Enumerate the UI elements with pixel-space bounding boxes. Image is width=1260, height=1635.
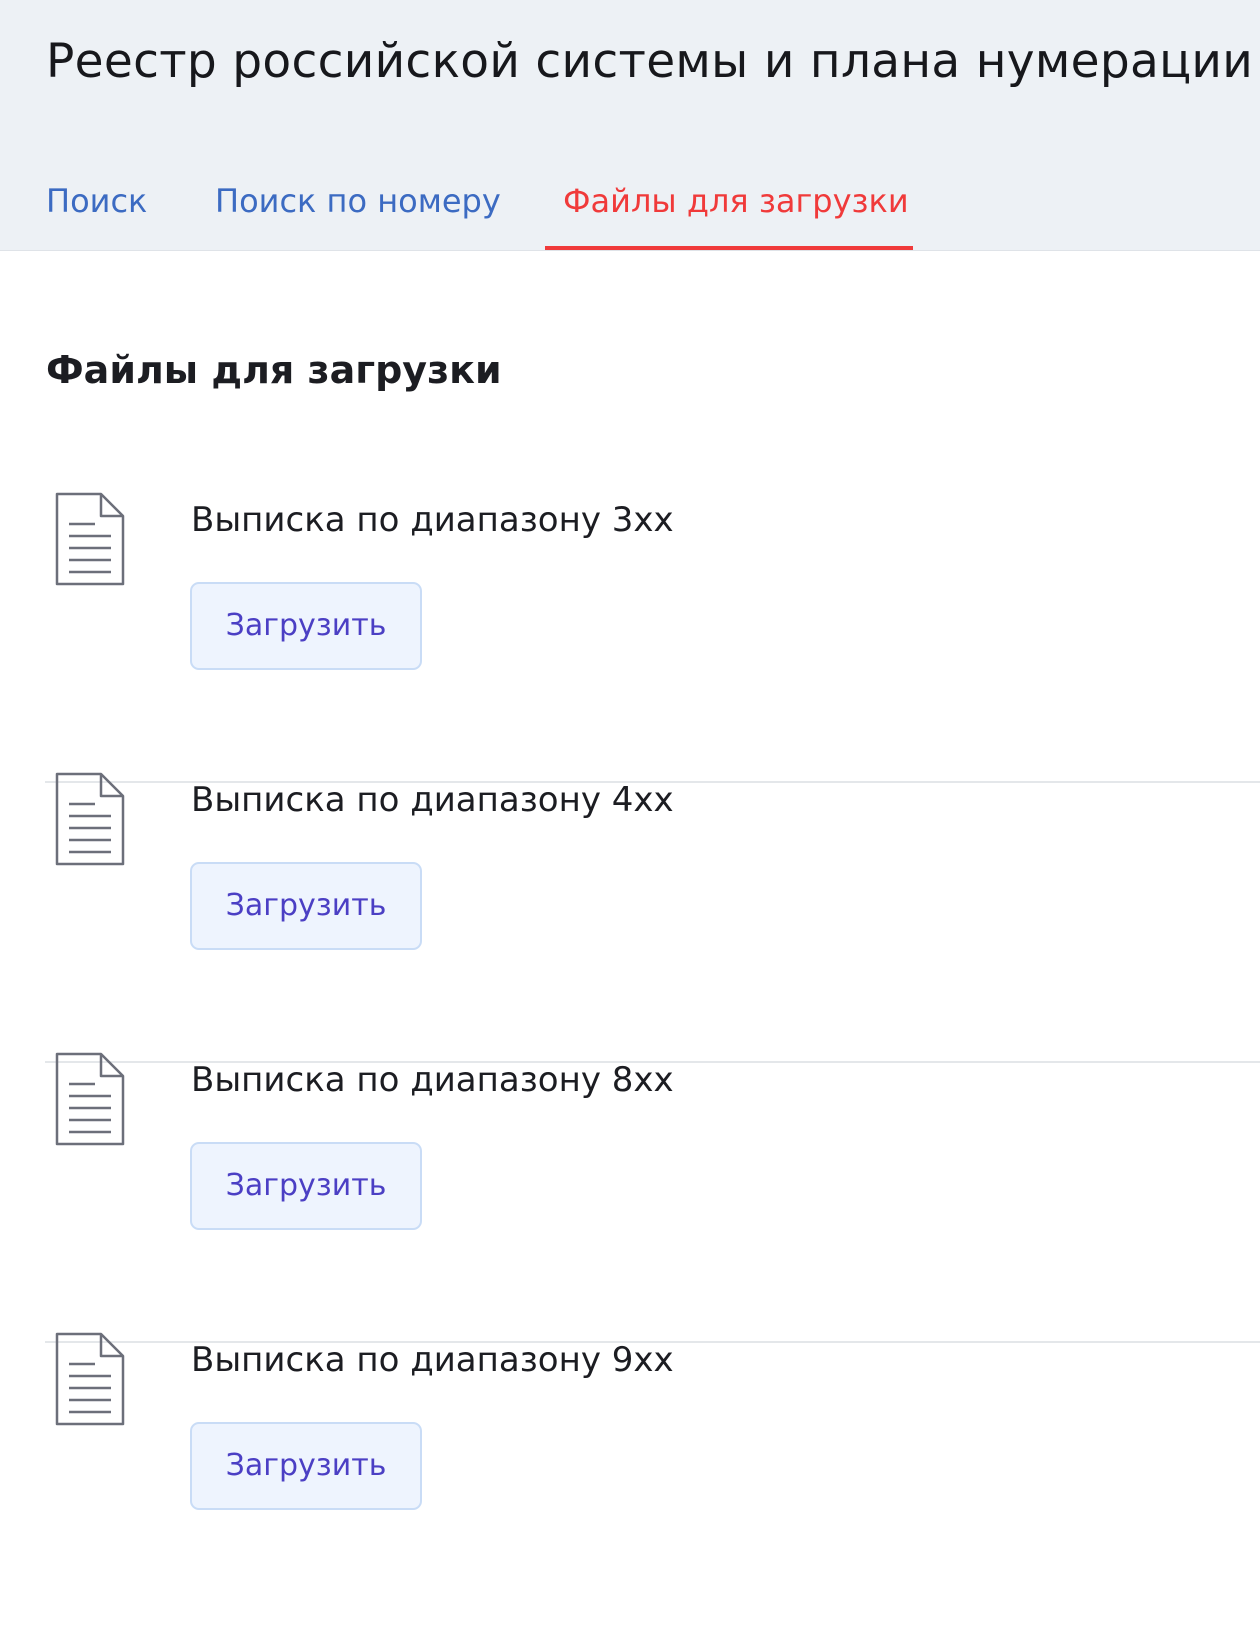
file-name: Выписка по диапазону 9xx: [191, 1340, 674, 1380]
list-item: Выписка по диапазону 3xx Загрузить: [45, 492, 1260, 783]
section-title: Файлы для загрузки: [46, 348, 502, 392]
download-button[interactable]: Загрузить: [190, 582, 422, 670]
download-button[interactable]: Загрузить: [190, 1422, 422, 1510]
tab-label: Файлы для загрузки: [563, 182, 909, 220]
tab-search[interactable]: Поиск: [46, 172, 147, 250]
list-item: Выписка по диапазону 9xx Загрузить: [45, 1332, 1260, 1623]
list-item: Выписка по диапазону 8xx Загрузить: [45, 1052, 1260, 1343]
document-icon: [55, 772, 125, 866]
list-item: Выписка по диапазону 4xx Загрузить: [45, 772, 1260, 1063]
tab-label: Поиск по номеру: [215, 182, 501, 220]
download-button[interactable]: Загрузить: [190, 862, 422, 950]
tab-bar: Поиск Поиск по номеру Файлы для загрузки: [0, 172, 1260, 250]
download-button[interactable]: Загрузить: [190, 1142, 422, 1230]
page-title: Реестр российской системы и плана нумера…: [46, 34, 1254, 89]
document-icon: [55, 492, 125, 586]
tab-download-files[interactable]: Файлы для загрузки: [545, 172, 913, 250]
file-name: Выписка по диапазону 4xx: [191, 780, 674, 820]
tab-label: Поиск: [46, 182, 148, 220]
file-name: Выписка по диапазону 8xx: [191, 1060, 674, 1100]
document-icon: [55, 1052, 125, 1146]
tab-search-by-number[interactable]: Поиск по номеру: [215, 172, 501, 250]
file-name: Выписка по диапазону 3xx: [191, 500, 674, 540]
page-header: Реестр российской системы и плана нумера…: [0, 0, 1260, 251]
document-icon: [55, 1332, 125, 1426]
